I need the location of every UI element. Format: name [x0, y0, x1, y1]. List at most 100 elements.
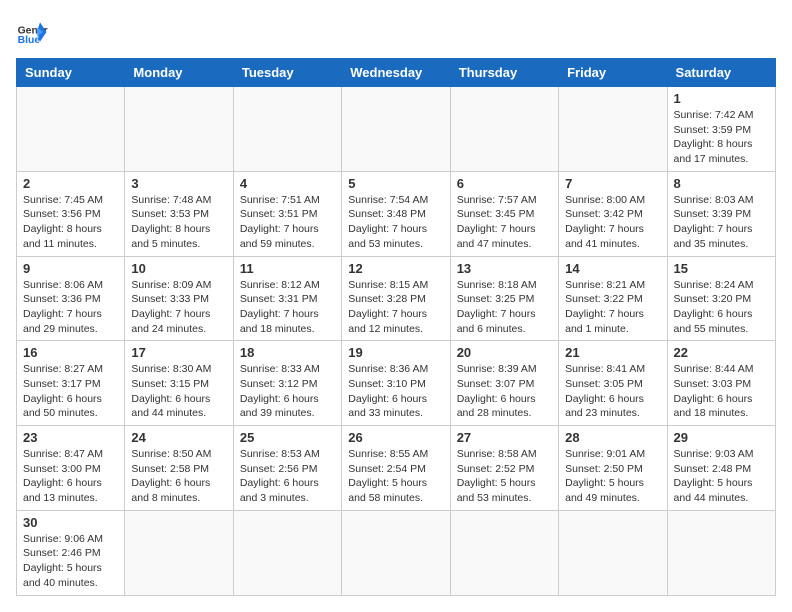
col-header-wednesday: Wednesday [342, 59, 450, 87]
day-number: 20 [457, 345, 552, 360]
week-row-6: 30 Sunrise: 9:06 AMSunset: 2:46 PMDayligh… [17, 510, 776, 595]
day-number: 29 [674, 430, 769, 445]
day-info: Sunrise: 8:00 AMSunset: 3:42 PMDaylight:… [565, 193, 660, 252]
day-number: 15 [674, 261, 769, 276]
day-number: 1 [674, 91, 769, 106]
col-header-sunday: Sunday [17, 59, 125, 87]
week-row-2: 2Sunrise: 7:45 AMSunset: 3:56 PMDaylight… [17, 171, 776, 256]
day-cell [450, 87, 558, 172]
day-cell: 14 Sunrise: 8:21 AMSunset: 3:22 PMDayligh… [559, 256, 667, 341]
day-cell [233, 87, 341, 172]
day-info: Sunrise: 8:33 AMSunset: 3:12 PMDaylight:… [240, 362, 335, 421]
day-cell [450, 510, 558, 595]
day-cell [125, 87, 233, 172]
day-info: Sunrise: 9:01 AMSunset: 2:50 PMDaylight:… [565, 447, 660, 506]
day-cell: 12 Sunrise: 8:15 AMSunset: 3:28 PMDayligh… [342, 256, 450, 341]
day-info: Sunrise: 8:24 AMSunset: 3:20 PMDaylight:… [674, 278, 769, 337]
day-cell: 19 Sunrise: 8:36 AMSunset: 3:10 PMDayligh… [342, 341, 450, 426]
day-cell: 29Sunrise: 9:03 AMSunset: 2:48 PMDayligh… [667, 426, 775, 511]
day-number: 8 [674, 176, 769, 191]
day-info: Sunrise: 8:21 AMSunset: 3:22 PMDaylight:… [565, 278, 660, 337]
day-cell: 25 Sunrise: 8:53 AMSunset: 2:56 PMDayligh… [233, 426, 341, 511]
day-info: Sunrise: 8:55 AMSunset: 2:54 PMDaylight:… [348, 447, 443, 506]
day-cell: 30 Sunrise: 9:06 AMSunset: 2:46 PMDayligh… [17, 510, 125, 595]
day-cell [667, 510, 775, 595]
day-info: Sunrise: 7:42 AMSunset: 3:59 PMDaylight:… [674, 108, 769, 167]
week-row-4: 16Sunrise: 8:27 AMSunset: 3:17 PMDayligh… [17, 341, 776, 426]
day-cell: 24 Sunrise: 8:50 AMSunset: 2:58 PMDayligh… [125, 426, 233, 511]
day-cell: 6Sunrise: 7:57 AMSunset: 3:45 PMDaylight… [450, 171, 558, 256]
logo-icon: General Blue [16, 16, 48, 48]
day-number: 30 [23, 515, 118, 530]
page-header: General Blue [16, 16, 776, 48]
day-info: Sunrise: 7:48 AMSunset: 3:53 PMDaylight:… [131, 193, 226, 252]
day-cell: 5 Sunrise: 7:54 AMSunset: 3:48 PMDaylight… [342, 171, 450, 256]
day-number: 26 [348, 430, 443, 445]
day-number: 27 [457, 430, 552, 445]
day-info: Sunrise: 8:41 AMSunset: 3:05 PMDaylight:… [565, 362, 660, 421]
day-info: Sunrise: 7:54 AMSunset: 3:48 PMDaylight:… [348, 193, 443, 252]
day-number: 22 [674, 345, 769, 360]
day-info: Sunrise: 8:27 AMSunset: 3:17 PMDaylight:… [23, 362, 118, 421]
day-cell [559, 87, 667, 172]
day-cell: 26 Sunrise: 8:55 AMSunset: 2:54 PMDayligh… [342, 426, 450, 511]
day-cell: 17Sunrise: 8:30 AMSunset: 3:15 PMDayligh… [125, 341, 233, 426]
day-info: Sunrise: 7:57 AMSunset: 3:45 PMDaylight:… [457, 193, 552, 252]
day-number: 5 [348, 176, 443, 191]
day-info: Sunrise: 8:15 AMSunset: 3:28 PMDaylight:… [348, 278, 443, 337]
day-cell: 10 Sunrise: 8:09 AMSunset: 3:33 PMDayligh… [125, 256, 233, 341]
week-row-1: 1 Sunrise: 7:42 AMSunset: 3:59 PMDaylight… [17, 87, 776, 172]
day-number: 25 [240, 430, 335, 445]
day-cell: 27 Sunrise: 8:58 AMSunset: 2:52 PMDayligh… [450, 426, 558, 511]
day-number: 13 [457, 261, 552, 276]
day-cell: 23Sunrise: 8:47 AMSunset: 3:00 PMDayligh… [17, 426, 125, 511]
day-cell: 2Sunrise: 7:45 AMSunset: 3:56 PMDaylight… [17, 171, 125, 256]
day-number: 21 [565, 345, 660, 360]
day-info: Sunrise: 8:09 AMSunset: 3:33 PMDaylight:… [131, 278, 226, 337]
day-number: 10 [131, 261, 226, 276]
day-info: Sunrise: 8:03 AMSunset: 3:39 PMDaylight:… [674, 193, 769, 252]
day-info: Sunrise: 8:47 AMSunset: 3:00 PMDaylight:… [23, 447, 118, 506]
day-info: Sunrise: 8:39 AMSunset: 3:07 PMDaylight:… [457, 362, 552, 421]
header-row: SundayMondayTuesdayWednesdayThursdayFrid… [17, 59, 776, 87]
day-info: Sunrise: 8:12 AMSunset: 3:31 PMDaylight:… [240, 278, 335, 337]
week-row-3: 9Sunrise: 8:06 AMSunset: 3:36 PMDaylight… [17, 256, 776, 341]
day-info: Sunrise: 8:36 AMSunset: 3:10 PMDaylight:… [348, 362, 443, 421]
day-cell [17, 87, 125, 172]
day-info: Sunrise: 8:53 AMSunset: 2:56 PMDaylight:… [240, 447, 335, 506]
day-cell: 15 Sunrise: 8:24 AMSunset: 3:20 PMDayligh… [667, 256, 775, 341]
day-cell: 28Sunrise: 9:01 AMSunset: 2:50 PMDayligh… [559, 426, 667, 511]
week-row-5: 23Sunrise: 8:47 AMSunset: 3:00 PMDayligh… [17, 426, 776, 511]
day-info: Sunrise: 8:30 AMSunset: 3:15 PMDaylight:… [131, 362, 226, 421]
day-cell: 9Sunrise: 8:06 AMSunset: 3:36 PMDaylight… [17, 256, 125, 341]
day-cell: 8 Sunrise: 8:03 AMSunset: 3:39 PMDaylight… [667, 171, 775, 256]
day-cell [125, 510, 233, 595]
day-number: 4 [240, 176, 335, 191]
day-cell: 11Sunrise: 8:12 AMSunset: 3:31 PMDayligh… [233, 256, 341, 341]
col-header-tuesday: Tuesday [233, 59, 341, 87]
calendar-table: SundayMondayTuesdayWednesdayThursdayFrid… [16, 58, 776, 596]
col-header-monday: Monday [125, 59, 233, 87]
day-cell [342, 510, 450, 595]
day-info: Sunrise: 9:06 AMSunset: 2:46 PMDaylight:… [23, 532, 118, 591]
day-number: 18 [240, 345, 335, 360]
day-cell: 21 Sunrise: 8:41 AMSunset: 3:05 PMDayligh… [559, 341, 667, 426]
day-cell [233, 510, 341, 595]
day-cell [559, 510, 667, 595]
day-info: Sunrise: 8:50 AMSunset: 2:58 PMDaylight:… [131, 447, 226, 506]
day-info: Sunrise: 8:58 AMSunset: 2:52 PMDaylight:… [457, 447, 552, 506]
day-cell: 18 Sunrise: 8:33 AMSunset: 3:12 PMDayligh… [233, 341, 341, 426]
col-header-thursday: Thursday [450, 59, 558, 87]
day-number: 24 [131, 430, 226, 445]
day-cell: 7 Sunrise: 8:00 AMSunset: 3:42 PMDaylight… [559, 171, 667, 256]
day-cell: 22Sunrise: 8:44 AMSunset: 3:03 PMDayligh… [667, 341, 775, 426]
day-number: 7 [565, 176, 660, 191]
day-info: Sunrise: 8:06 AMSunset: 3:36 PMDaylight:… [23, 278, 118, 337]
day-cell: 16Sunrise: 8:27 AMSunset: 3:17 PMDayligh… [17, 341, 125, 426]
day-number: 19 [348, 345, 443, 360]
day-cell [342, 87, 450, 172]
day-number: 14 [565, 261, 660, 276]
day-info: Sunrise: 7:51 AMSunset: 3:51 PMDaylight:… [240, 193, 335, 252]
day-cell: 1 Sunrise: 7:42 AMSunset: 3:59 PMDaylight… [667, 87, 775, 172]
day-number: 12 [348, 261, 443, 276]
